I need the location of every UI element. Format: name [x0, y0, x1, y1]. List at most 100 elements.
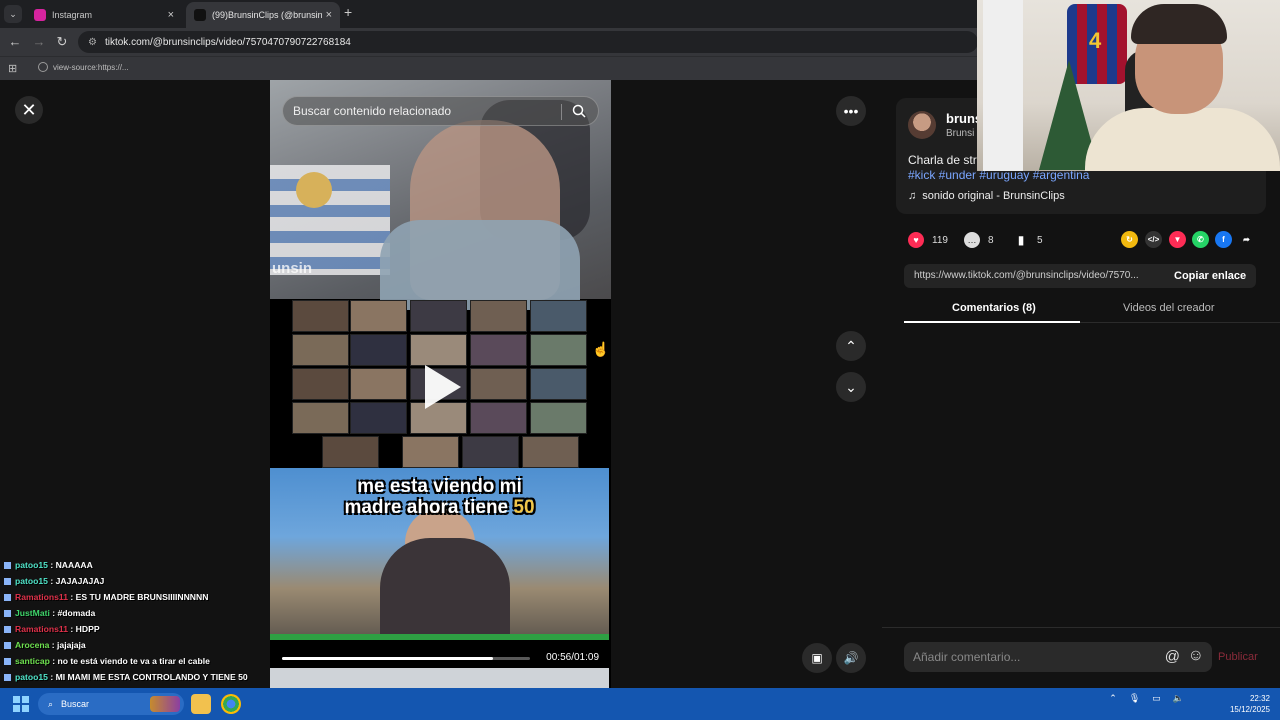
- chat-text: JAJAJAJAJ: [55, 576, 105, 586]
- share-link-url[interactable]: https://www.tiktok.com/@brunsinclips/vid…: [914, 270, 1162, 281]
- address-bar[interactable]: ⚙ tiktok.com/@brunsinclips/video/7570470…: [78, 31, 978, 53]
- chat-separator: :: [49, 640, 58, 650]
- send-icon[interactable]: ▼: [1169, 231, 1186, 248]
- caption-green-bar: [270, 634, 609, 640]
- video-player[interactable]: unsin Buscar contenido relacionado me es…: [270, 80, 611, 688]
- chat-separator: :: [49, 608, 58, 618]
- copy-link-button[interactable]: Copiar enlace: [1174, 270, 1246, 282]
- comment-placeholder: Añadir comentario...: [913, 650, 1021, 664]
- video-call-tile: [410, 334, 467, 366]
- chat-username: Ramations11: [15, 624, 69, 634]
- caption-line-2: madre ahora tiene 50: [270, 497, 609, 519]
- avatar[interactable]: [908, 111, 936, 139]
- chat-message: santicap : no te está viendo te va a tir…: [4, 656, 210, 666]
- reload-icon[interactable]: ↻: [53, 33, 71, 51]
- taskbar-search[interactable]: ⌕ Buscar: [38, 693, 184, 715]
- comment-input[interactable]: Añadir comentario... @ ☺: [904, 642, 1212, 672]
- chat-separator: :: [47, 576, 56, 586]
- repost-icon[interactable]: ↻: [1121, 231, 1138, 248]
- bookmark-label: view-source:https://...: [53, 62, 129, 72]
- music-info[interactable]: ♫ sonido original - BrunsinClips: [908, 190, 1065, 202]
- video-call-tile: [410, 300, 467, 332]
- publish-button[interactable]: Publicar: [1218, 651, 1258, 663]
- chat-text: HDPP: [75, 624, 100, 634]
- comment-icon: …: [964, 232, 980, 248]
- back-icon[interactable]: ←: [6, 33, 24, 51]
- new-tab-button[interactable]: +: [344, 4, 352, 20]
- tab-comments[interactable]: Comentarios (8): [952, 302, 1036, 314]
- video-call-tile: [292, 334, 349, 366]
- comment-button[interactable]: … 8: [964, 232, 994, 248]
- caption-line-2-number: 50: [513, 497, 535, 518]
- chat-separator: :: [47, 672, 56, 682]
- chat-text: jajajaja: [57, 640, 86, 650]
- search-icon: ⌕: [48, 698, 54, 709]
- play-icon[interactable]: [425, 365, 461, 409]
- music-title: sonido original - BrunsinClips: [922, 190, 1065, 202]
- author-nickname: Brunsi: [946, 128, 975, 139]
- flag-sun: [296, 172, 332, 208]
- search-icon[interactable]: [572, 104, 586, 118]
- music-note-icon: ♫: [908, 190, 917, 202]
- chat-username: patoo15: [15, 560, 48, 570]
- tab-creator-videos[interactable]: Videos del creador: [1123, 302, 1215, 314]
- chat-message: patoo15 : NAAAAA: [4, 560, 93, 570]
- video-call-tile: [350, 334, 407, 366]
- video-progress-bar[interactable]: [282, 657, 530, 660]
- like-button[interactable]: ♥ 119: [908, 232, 948, 248]
- chevron-down-icon[interactable]: ⌄: [836, 372, 866, 402]
- chat-badge-icon: [4, 610, 11, 617]
- close-icon[interactable]: ✕: [15, 96, 43, 124]
- chat-username: JustMati: [15, 608, 50, 618]
- video-call-tile: [522, 436, 579, 468]
- mention-icon[interactable]: @: [1165, 648, 1180, 665]
- facebook-icon[interactable]: f: [1215, 231, 1232, 248]
- video-watermark: unsin: [272, 260, 312, 277]
- network-icon[interactable]: ▭: [1152, 693, 1161, 704]
- close-tab-icon[interactable]: ×: [168, 9, 174, 21]
- chat-text: #domada: [57, 608, 96, 618]
- whatsapp-icon[interactable]: ✆: [1192, 231, 1209, 248]
- video-call-tile: [530, 334, 587, 366]
- webcam-person-hair: [1131, 4, 1227, 44]
- chat-username: patoo15: [15, 672, 48, 682]
- caption-line-2-text: madre ahora tiene: [344, 497, 514, 518]
- close-tab-icon[interactable]: ×: [326, 9, 332, 21]
- miniplayer-icon[interactable]: ▣: [802, 643, 832, 673]
- video-frame-caption: me esta viendo mi madre ahora tiene 50: [270, 468, 609, 640]
- bookmark-view-source[interactable]: view-source:https://...: [38, 62, 129, 72]
- video-call-tile: [350, 368, 407, 400]
- globe-icon: [38, 62, 48, 72]
- caption-person-body: [380, 538, 510, 638]
- share-arrow-icon[interactable]: ➦: [1238, 231, 1255, 248]
- tab-search-button[interactable]: ⌄: [4, 5, 22, 23]
- site-info-icon[interactable]: ⚙: [88, 37, 97, 48]
- speaker-icon[interactable]: 🔈: [1173, 693, 1184, 704]
- tray-chevron-icon[interactable]: ⌃: [1109, 693, 1117, 704]
- save-button[interactable]: ▮ 5: [1013, 232, 1043, 248]
- video-call-tile: [322, 436, 379, 468]
- forward-icon[interactable]: →: [30, 33, 48, 51]
- video-call-tile: [470, 402, 527, 434]
- emoji-icon[interactable]: ☺: [1188, 647, 1204, 665]
- tab-instagram[interactable]: Instagram ×: [26, 2, 182, 28]
- more-options-icon[interactable]: •••: [836, 96, 866, 126]
- chrome-icon[interactable]: [221, 694, 241, 714]
- windows-start-icon[interactable]: [13, 696, 29, 712]
- like-count: 119: [932, 234, 948, 246]
- microphone-icon[interactable]: 🎙: [1129, 693, 1140, 704]
- tab-tiktok[interactable]: (99)BrunsinClips (@brunsinclips ×: [186, 2, 340, 28]
- comment-divider: [882, 627, 1280, 628]
- taskbar-clock[interactable]: 22:32 15/12/2025: [1230, 693, 1270, 715]
- embed-icon[interactable]: </>: [1145, 231, 1162, 248]
- volume-icon[interactable]: 🔊: [836, 643, 866, 673]
- video-frame-strip: [270, 668, 609, 688]
- webcam-overlay: 4: [977, 0, 1280, 171]
- related-search-input[interactable]: Buscar contenido relacionado: [282, 96, 599, 126]
- caption-line-1: me esta viendo mi: [357, 476, 522, 497]
- heart-icon: ♥: [908, 232, 924, 248]
- apps-grid-icon[interactable]: ⊞: [8, 62, 17, 75]
- chevron-up-icon[interactable]: ⌃: [836, 331, 866, 361]
- chat-separator: :: [68, 624, 76, 634]
- file-explorer-icon[interactable]: [191, 694, 211, 714]
